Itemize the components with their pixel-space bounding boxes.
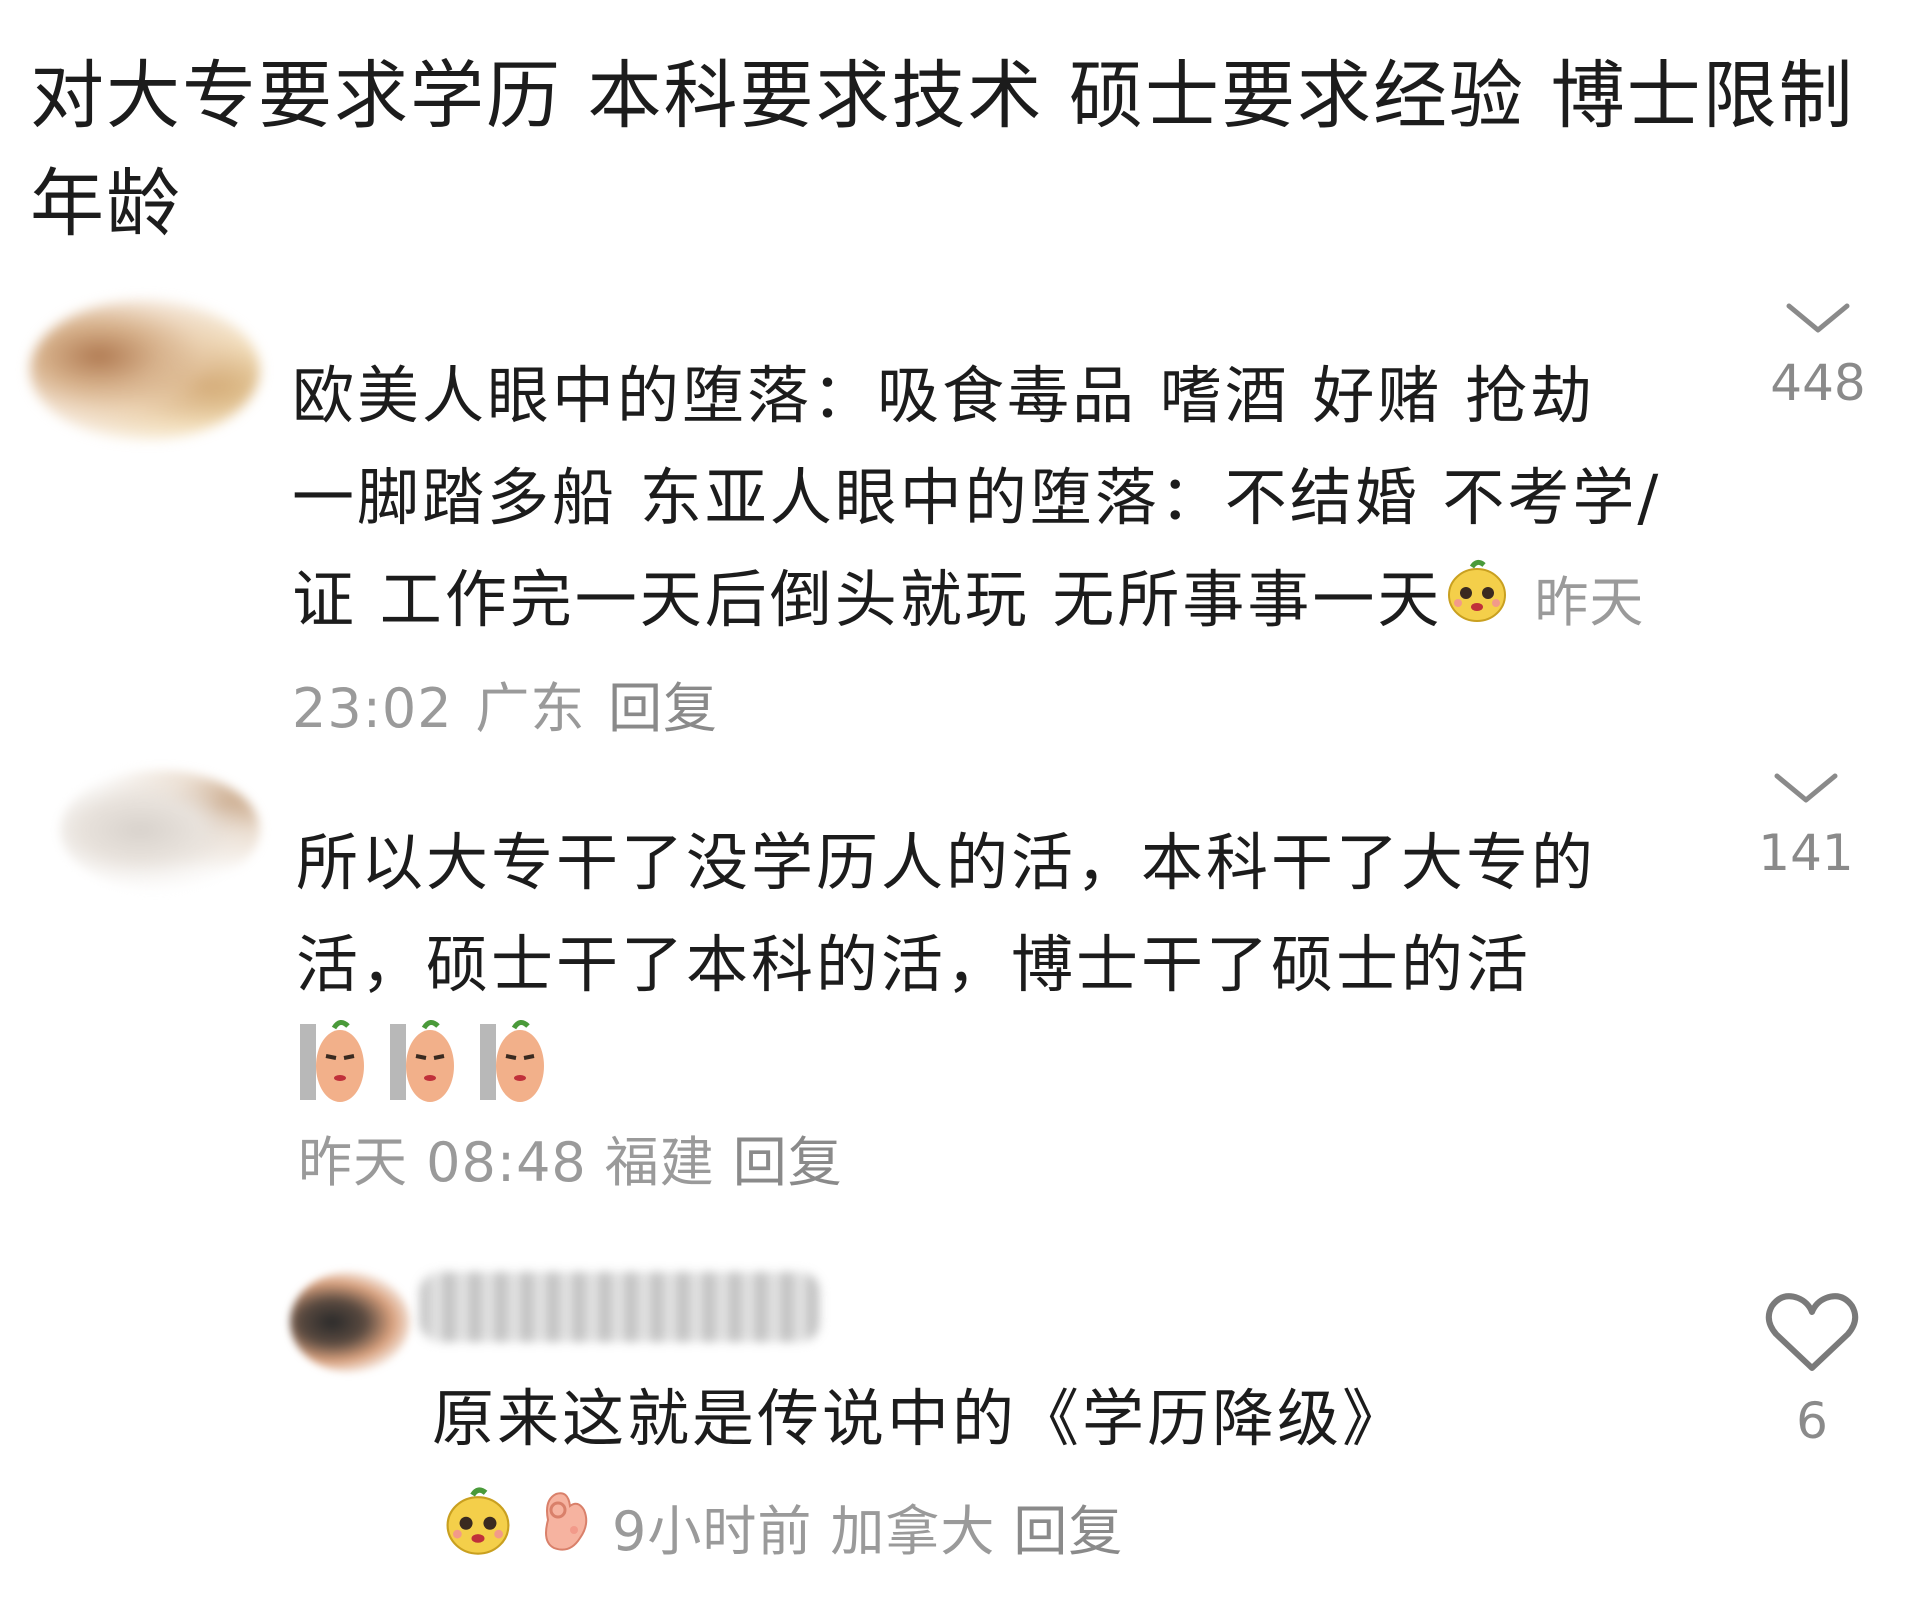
reply-button[interactable]: 回复 bbox=[1013, 1487, 1123, 1566]
like-button[interactable]: 6 bbox=[1752, 1290, 1872, 1450]
avatar[interactable] bbox=[60, 770, 260, 890]
yellow-pear-face-emoji-icon bbox=[1442, 553, 1512, 655]
comment-location: 加拿大 bbox=[830, 1500, 996, 1563]
comment-location: 福建 bbox=[604, 1131, 715, 1194]
avatar[interactable] bbox=[290, 1272, 410, 1372]
reply-button[interactable]: 回复 bbox=[733, 1131, 843, 1194]
like-count: 448 bbox=[1770, 354, 1866, 412]
like-count: 141 bbox=[1758, 824, 1854, 882]
comment-body: 所以大专干了没学历人的活，本科干了大专的活，硕士干了本科的活，博士干了硕士的活 bbox=[296, 826, 1597, 1001]
comment-text: 所以大专干了没学历人的活，本科干了大专的活，硕士干了本科的活，博士干了硕士的活 bbox=[296, 812, 1656, 1136]
username-blurred[interactable] bbox=[420, 1272, 820, 1342]
like-button[interactable]: 141 bbox=[1746, 770, 1866, 882]
comment-meta: 9小时前 加拿大 回复 bbox=[440, 1480, 1123, 1573]
reply-button[interactable]: 回复 bbox=[608, 677, 718, 740]
comment-body: 原来这就是传说中的《学历降级》 bbox=[432, 1382, 1408, 1455]
chevron-down-icon bbox=[1774, 773, 1838, 803]
comment-meta: 昨天 08:48 福建 回复 bbox=[298, 1118, 843, 1197]
comment-location: 广东 bbox=[475, 676, 586, 740]
like-button[interactable]: 448 bbox=[1758, 300, 1878, 412]
chevron-down-icon bbox=[1786, 303, 1850, 333]
comment-time: 9小时前 bbox=[612, 1500, 813, 1563]
comment-time: 昨天 08:48 bbox=[298, 1131, 587, 1194]
like-count: 6 bbox=[1796, 1392, 1828, 1450]
comment-text: 欧美人眼中的堕落：吸食毒品 嗜酒 好赌 抢劫 一脚踏多船 东亚人眼中的堕落：不结… bbox=[292, 345, 1682, 760]
ok-hand-emoji-icon bbox=[534, 1480, 594, 1573]
avatar[interactable] bbox=[30, 300, 260, 440]
post-title: 对大专要求学历 本科要求技术 硕士要求经验 博士限制年龄 bbox=[30, 53, 1855, 247]
heart-outline-icon bbox=[1765, 1293, 1859, 1371]
yellow-pear-face-emoji-icon bbox=[440, 1482, 516, 1571]
